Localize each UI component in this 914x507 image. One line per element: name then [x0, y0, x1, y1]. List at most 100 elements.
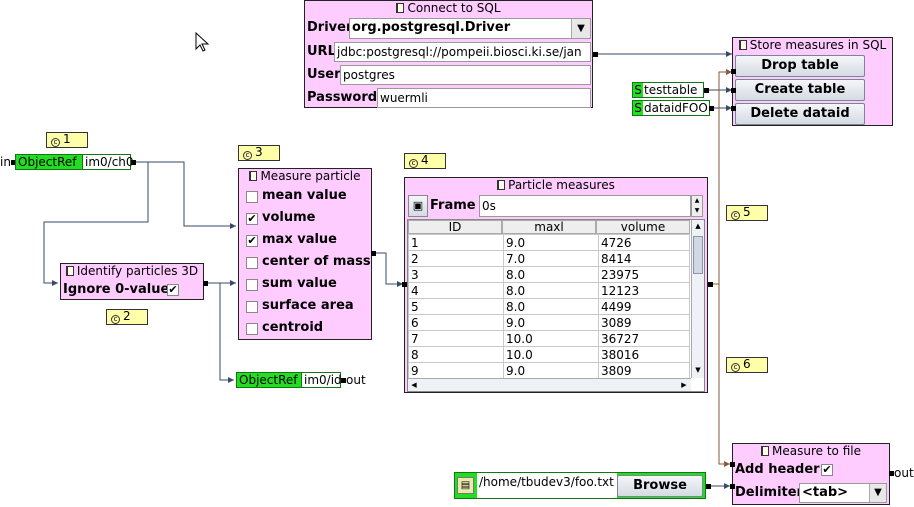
- scroll-up-icon[interactable]: ▲: [692, 220, 704, 232]
- output-port[interactable]: [709, 106, 714, 111]
- table-row[interactable]: 4 8.0 12123: [408, 282, 690, 299]
- url-field[interactable]: jdbc:postgresql://pompeii.biosci.ki.se/j…: [334, 42, 591, 62]
- cell: 6: [408, 314, 504, 331]
- file-path[interactable]: /home/tbudev3/foo.txt: [477, 473, 617, 498]
- string-value: testtable: [644, 83, 698, 97]
- column-header[interactable]: volume: [596, 220, 690, 234]
- table-row[interactable]: 1 9.0 4726: [408, 234, 690, 251]
- input-port[interactable]: [731, 69, 736, 74]
- frame-spinner[interactable]: ▲ ▼: [691, 195, 703, 217]
- table-row[interactable]: 6 9.0 3089: [408, 314, 690, 331]
- add-header-checkbox[interactable]: ✔: [821, 464, 833, 476]
- node-title: Identify particles 3D: [76, 264, 199, 278]
- scroll-thumb[interactable]: [693, 236, 703, 274]
- node-title: Measure to file: [772, 444, 861, 458]
- note-1[interactable]: c1: [46, 132, 88, 148]
- chevron-down-icon[interactable]: ▼: [571, 19, 590, 38]
- chevron-down-icon[interactable]: ▼: [869, 484, 886, 502]
- store-measures-node[interactable]: Store measures in SQL Drop table Create …: [732, 37, 893, 126]
- output-port[interactable]: [131, 160, 136, 165]
- center-of-mass-label: center of mass: [262, 254, 371, 269]
- note-4[interactable]: c4: [404, 153, 446, 169]
- volume-checkbox[interactable]: ✔: [246, 213, 258, 225]
- identify-particles-node[interactable]: Identify particles 3D Ignore 0-value ✔: [60, 263, 204, 300]
- note-3[interactable]: c3: [238, 145, 280, 161]
- centroid-checkbox[interactable]: [246, 323, 258, 335]
- cell: 23975: [598, 266, 690, 283]
- password-field[interactable]: wuermli: [377, 88, 591, 108]
- connect-to-sql-node[interactable]: Connect to SQL Driver org.postgresql.Dri…: [304, 0, 593, 108]
- string-input-dataid[interactable]: S dataidFOO: [632, 100, 710, 116]
- file-chooser[interactable]: ▤ /home/tbudev3/foo.txt Browse: [454, 472, 706, 499]
- measure-to-file-node[interactable]: Measure to file Add header ✔ Delimiter <…: [732, 443, 890, 505]
- output-port[interactable]: [704, 88, 709, 93]
- input-port[interactable]: [402, 282, 407, 287]
- note-text: 5: [743, 205, 751, 219]
- node-icon: [738, 40, 747, 50]
- objectref-type[interactable]: ObjectRef: [15, 154, 83, 170]
- frame-menu-icon[interactable]: ▣: [408, 195, 428, 217]
- output-port[interactable]: [593, 52, 598, 57]
- note-5[interactable]: c5: [726, 205, 768, 221]
- ignore-zero-checkbox[interactable]: ✔: [167, 284, 179, 296]
- output-port[interactable]: [203, 281, 208, 286]
- table-row[interactable]: 3 8.0 23975: [408, 266, 690, 283]
- column-header[interactable]: ID: [408, 220, 502, 234]
- input-port[interactable]: [730, 462, 735, 467]
- create-table-button[interactable]: Create table: [735, 79, 865, 101]
- output-port[interactable]: [371, 251, 376, 256]
- max-value-checkbox[interactable]: ✔: [246, 235, 258, 247]
- scroll-down-icon[interactable]: ▼: [692, 364, 704, 376]
- note-text: 6: [743, 357, 751, 371]
- table-row[interactable]: 8 10.0 38016: [408, 346, 690, 363]
- browse-button[interactable]: Browse: [617, 475, 703, 497]
- file-icon: ▤: [457, 477, 474, 494]
- cell: 12123: [598, 282, 690, 299]
- objectref-value[interactable]: im0/ch0: [83, 154, 134, 170]
- table-row[interactable]: 5 8.0 4499: [408, 298, 690, 315]
- scroll-right-icon[interactable]: ▶: [678, 379, 690, 391]
- measures-table[interactable]: ID maxl volume 1 9.0 4726 2 7.0 8414 3 8.0 239…: [407, 219, 705, 392]
- input-port[interactable]: [731, 88, 736, 93]
- scroll-left-icon[interactable]: ◀: [408, 379, 420, 391]
- max-value-label: max value: [262, 232, 338, 247]
- measure-particle-node[interactable]: Measure particle mean value ✔ volume ✔ m…: [238, 168, 372, 340]
- cell: 36727: [598, 330, 690, 347]
- surface-area-checkbox[interactable]: [246, 301, 258, 313]
- table-row[interactable]: 9 9.0 3809: [408, 362, 690, 379]
- table-row[interactable]: 7 10.0 36727: [408, 330, 690, 347]
- objectref-type[interactable]: ObjectRef: [236, 372, 302, 388]
- string-input-testtable[interactable]: S testtable: [632, 82, 704, 98]
- objectref-value[interactable]: im0/id: [302, 372, 342, 388]
- url-label: URL: [307, 44, 336, 59]
- center-of-mass-checkbox[interactable]: [246, 257, 258, 269]
- particle-measures-node[interactable]: Particle measures ▣ Frame 0s ▲ ▼ ID maxl …: [404, 177, 708, 393]
- column-header[interactable]: maxl: [502, 220, 596, 234]
- note-6[interactable]: c6: [726, 357, 768, 373]
- output-port[interactable]: [706, 484, 711, 489]
- horizontal-scrollbar[interactable]: ◀ ▶: [408, 378, 691, 391]
- note-icon: c: [243, 151, 252, 160]
- add-header-label: Add header: [735, 462, 820, 477]
- input-port[interactable]: [730, 484, 735, 489]
- drop-table-button[interactable]: Drop table: [735, 55, 865, 77]
- output-port[interactable]: [708, 282, 713, 287]
- input-port[interactable]: [731, 106, 736, 111]
- sum-value-checkbox[interactable]: [246, 279, 258, 291]
- volume-label: volume: [262, 210, 316, 225]
- user-field[interactable]: postgres: [340, 65, 591, 85]
- surface-area-label: surface area: [262, 298, 354, 313]
- table-row[interactable]: 2 7.0 8414: [408, 250, 690, 267]
- mean-value-checkbox[interactable]: [246, 191, 258, 203]
- delete-dataid-button[interactable]: Delete dataid: [735, 103, 865, 125]
- cell: 4499: [598, 298, 690, 315]
- cell: 8.0: [503, 298, 599, 315]
- cell: 4: [408, 282, 504, 299]
- frame-field[interactable]: 0s: [479, 195, 691, 217]
- note-2[interactable]: c2: [106, 309, 148, 325]
- vertical-scrollbar[interactable]: ▲ ▼: [691, 220, 704, 378]
- cell: 38016: [598, 346, 690, 363]
- driver-select[interactable]: org.postgresql.Driver: [349, 18, 591, 39]
- cell: 3089: [598, 314, 690, 331]
- note-icon: c: [51, 138, 60, 147]
